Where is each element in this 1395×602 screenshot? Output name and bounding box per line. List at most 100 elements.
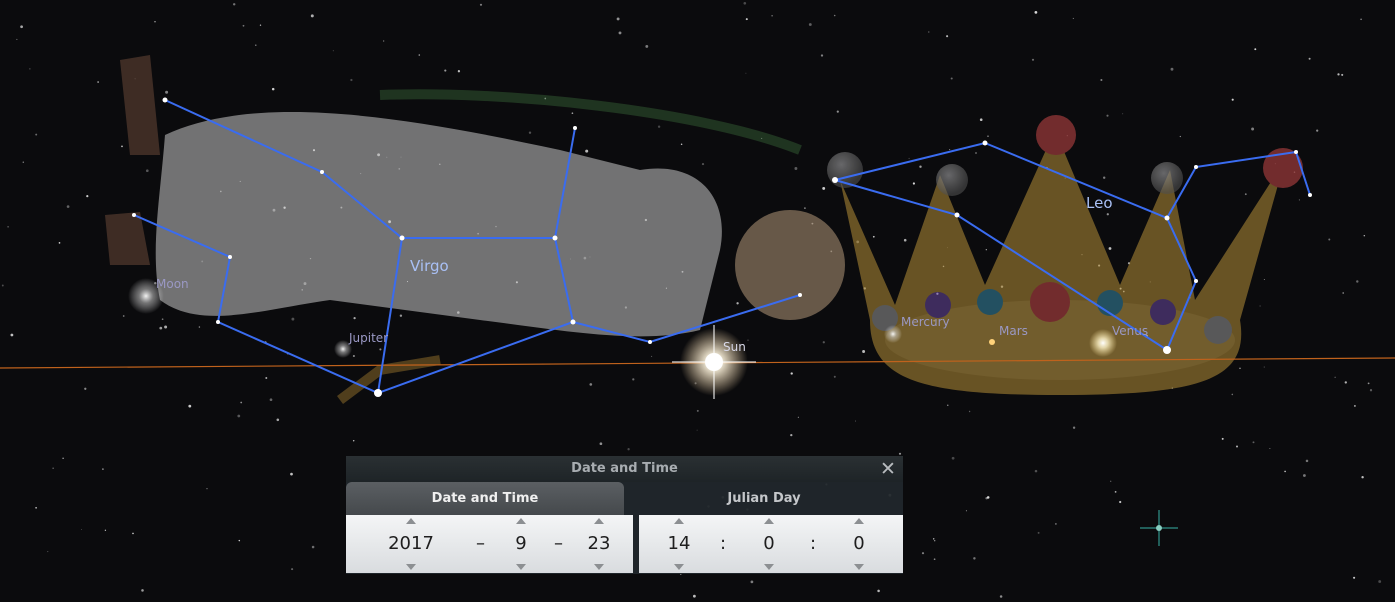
day-down-arrow-icon[interactable] <box>594 564 604 570</box>
background-star <box>862 350 866 353</box>
background-star <box>271 87 275 91</box>
background-star <box>919 165 922 168</box>
background-star <box>1037 531 1040 534</box>
background-star <box>237 414 241 418</box>
background-star <box>1055 523 1057 525</box>
background-star <box>242 24 245 27</box>
hour-spinner[interactable]: 14 <box>664 515 694 573</box>
background-star <box>1353 576 1356 579</box>
background-star <box>16 38 18 40</box>
year-value[interactable]: 2017 <box>386 533 436 555</box>
background-star <box>877 589 880 593</box>
mars-label: Mars <box>999 324 1028 338</box>
background-star <box>1353 404 1356 407</box>
hour-up-arrow-icon[interactable] <box>674 518 684 524</box>
background-star <box>1337 73 1340 76</box>
month-up-arrow-icon[interactable] <box>516 518 526 524</box>
background-star <box>10 333 14 337</box>
background-star <box>145 169 149 173</box>
background-star <box>418 54 421 56</box>
date-panel: 2017 – 9 – 23 <box>346 515 633 573</box>
background-star <box>383 40 385 42</box>
minute-spinner[interactable]: 0 <box>754 515 784 573</box>
background-star <box>794 167 798 170</box>
background-star <box>1252 441 1255 444</box>
background-star <box>975 152 977 154</box>
day-up-arrow-icon[interactable] <box>594 518 604 524</box>
month-spinner[interactable]: 9 <box>506 515 536 573</box>
hour-value[interactable]: 14 <box>664 533 694 555</box>
background-star <box>20 25 23 29</box>
background-star <box>986 496 990 499</box>
year-up-arrow-icon[interactable] <box>406 518 416 524</box>
background-star <box>1269 448 1271 450</box>
background-star <box>1378 580 1382 583</box>
background-star <box>255 44 257 46</box>
second-down-arrow-icon[interactable] <box>854 564 864 570</box>
background-star <box>1119 500 1122 504</box>
jupiter-label: Jupiter <box>349 331 389 345</box>
background-star <box>949 149 951 151</box>
background-star <box>35 133 38 136</box>
minute-value[interactable]: 0 <box>754 533 784 555</box>
virgo-label: Virgo <box>410 257 449 275</box>
tab-date-and-time[interactable]: Date and Time <box>346 482 624 515</box>
background-star <box>122 315 125 317</box>
background-star <box>985 249 987 251</box>
tab-julian-day[interactable]: Julian Day <box>625 482 903 515</box>
year-down-arrow-icon[interactable] <box>406 564 416 570</box>
background-star <box>1221 437 1224 440</box>
day-value[interactable]: 23 <box>584 533 614 555</box>
background-star <box>1316 129 1319 132</box>
year-spinner[interactable]: 2017 <box>386 515 436 573</box>
background-star <box>693 594 696 598</box>
time-separator: : <box>720 533 727 554</box>
background-star <box>290 472 293 476</box>
background-star <box>627 448 630 451</box>
background-star <box>269 398 273 402</box>
background-star <box>238 539 241 542</box>
dialog-title[interactable]: Date and Time <box>346 456 903 482</box>
background-star <box>141 589 144 592</box>
background-star <box>1334 376 1336 378</box>
background-star <box>265 377 268 379</box>
background-star <box>47 551 49 553</box>
hour-down-arrow-icon[interactable] <box>674 564 684 570</box>
background-star <box>1231 393 1234 396</box>
second-up-arrow-icon[interactable] <box>854 518 864 524</box>
date-time-dialog: Date and Time ✕ Date and Time Julian Day… <box>346 456 903 574</box>
background-star <box>836 110 839 113</box>
background-star <box>1108 247 1112 250</box>
background-star <box>898 452 902 455</box>
month-value[interactable]: 9 <box>506 533 536 555</box>
background-star <box>1122 113 1124 115</box>
second-spinner[interactable]: 0 <box>844 515 874 573</box>
background-star <box>1170 67 1174 71</box>
background-star <box>571 112 574 115</box>
background-star <box>164 325 168 329</box>
close-icon[interactable]: ✕ <box>877 458 899 480</box>
minute-down-arrow-icon[interactable] <box>764 564 774 570</box>
moon-label: Moon <box>156 277 189 291</box>
background-star <box>58 242 61 244</box>
day-spinner[interactable]: 23 <box>584 515 614 573</box>
background-star <box>1361 476 1364 479</box>
background-star <box>104 529 107 531</box>
background-star <box>1034 11 1038 14</box>
month-down-arrow-icon[interactable] <box>516 564 526 570</box>
background-star <box>745 18 748 21</box>
background-star <box>311 545 315 549</box>
background-star <box>198 326 201 328</box>
minute-up-arrow-icon[interactable] <box>764 518 774 524</box>
mercury-label: Mercury <box>901 315 950 329</box>
background-star <box>97 81 99 83</box>
background-star <box>1239 367 1241 369</box>
background-star <box>968 410 971 413</box>
second-value[interactable]: 0 <box>844 533 874 555</box>
leo-crown-artwork <box>827 115 1303 395</box>
background-star <box>790 372 793 375</box>
sun-label: Sun <box>723 340 746 354</box>
background-star <box>750 580 754 584</box>
background-star <box>934 540 936 542</box>
background-star <box>240 401 243 404</box>
